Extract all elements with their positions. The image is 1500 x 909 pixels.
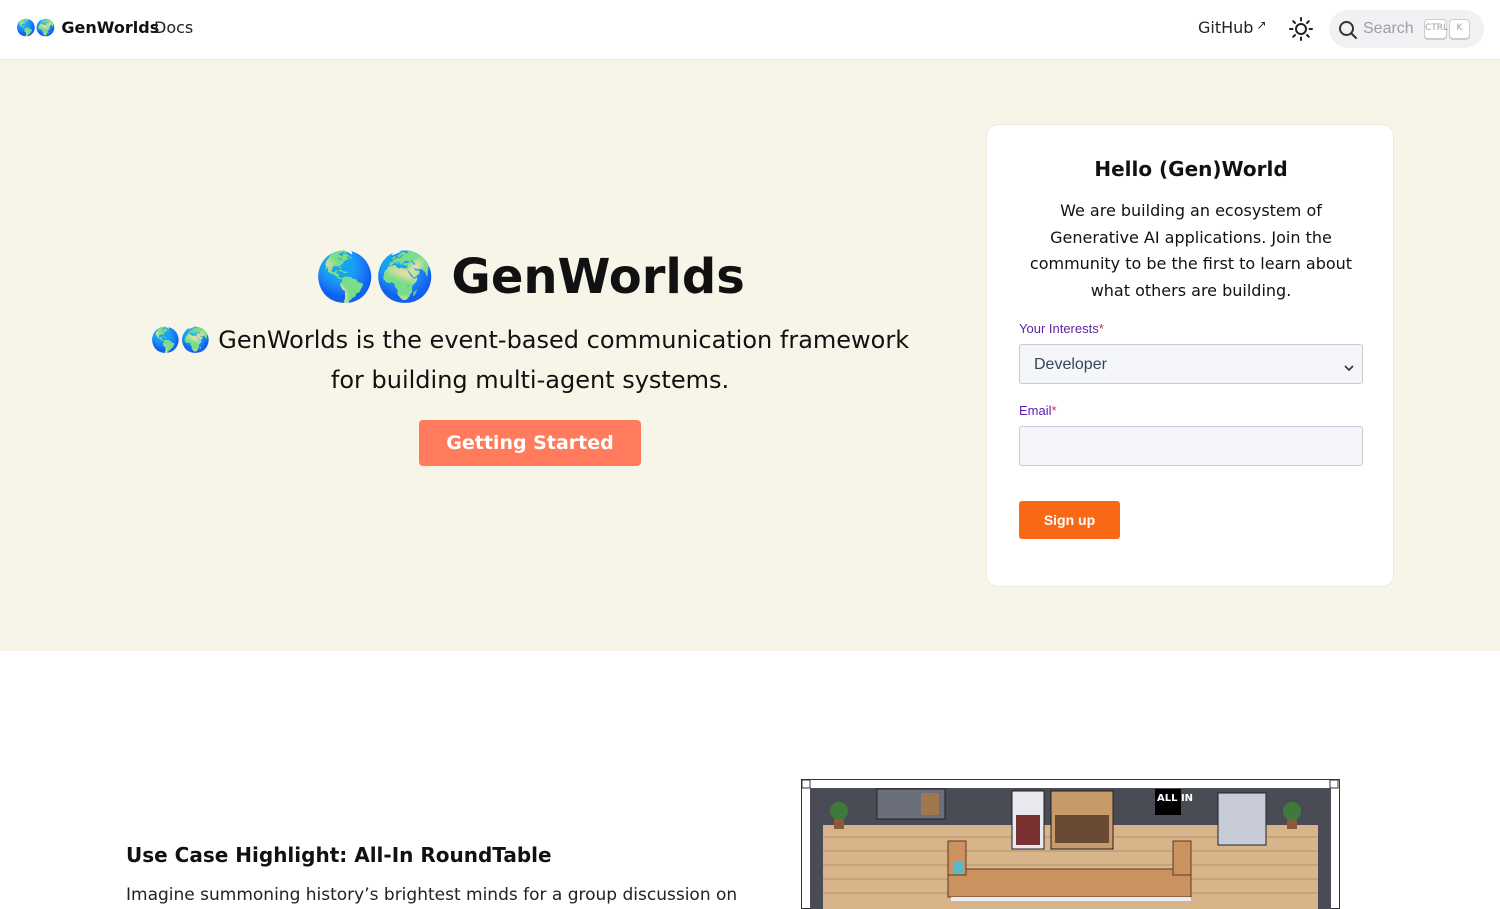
sun-icon (1289, 17, 1313, 41)
shortcut-key-k: K (1449, 19, 1470, 39)
interests-select[interactable]: Developer (1019, 344, 1363, 384)
external-link-icon: ↗ (1256, 18, 1267, 32)
hero-subtitle: 🌎🌍 GenWorlds is the event-based communic… (150, 326, 910, 394)
theme-toggle-button[interactable] (1288, 16, 1314, 42)
email-label: Email* (1019, 403, 1057, 418)
shortcut-key-ctrl: CTRL (1424, 19, 1448, 39)
interests-label-text: Your Interests (1019, 321, 1099, 336)
use-case-title: Use Case Highlight: All-In RoundTable (126, 843, 552, 867)
required-mark: * (1098, 321, 1104, 336)
brand-logo-link[interactable]: 🌎🌍 GenWorlds (16, 18, 159, 37)
interests-label: Your Interests* (1019, 321, 1104, 336)
allin-roundtable-game-image: ALL IN (801, 779, 1340, 909)
search-placeholder: Search (1363, 20, 1414, 37)
github-link-label: GitHub (1198, 18, 1254, 37)
email-label-text: Email (1019, 403, 1052, 418)
signup-card-title: Hello (Gen)World (1094, 157, 1288, 181)
signup-card-text: We are building an ecosystem of Generati… (1029, 201, 1353, 300)
search-box[interactable]: Search CTRL K (1329, 10, 1484, 48)
use-case-section: Use Case Highlight: All-In RoundTable Im… (0, 651, 1500, 909)
email-field[interactable] (1019, 426, 1363, 466)
getting-started-button[interactable]: Getting Started (419, 420, 641, 466)
github-link[interactable]: GitHub ↗ (1198, 18, 1267, 37)
hero-title: 🌎🌍 GenWorlds (315, 249, 745, 305)
chevron-updown-icon (1344, 365, 1354, 372)
nav-docs-link[interactable]: Docs (154, 18, 193, 37)
interests-select-value: Developer (1034, 356, 1107, 373)
search-icon (1339, 21, 1357, 39)
game-sign-text: ALL IN (1157, 793, 1193, 804)
hero-section: 🌎🌍 GenWorlds 🌎🌍 GenWorlds is the event-b… (0, 60, 1500, 651)
signup-button[interactable]: Sign up (1019, 501, 1120, 539)
top-navbar: 🌎🌍 GenWorlds Docs GitHub ↗ Search CTRL K (0, 0, 1500, 60)
required-mark: * (1051, 403, 1057, 418)
use-case-text: Imagine summoning history’s brightest mi… (126, 885, 738, 905)
signup-card: Hello (Gen)World We are building an ecos… (986, 124, 1394, 587)
